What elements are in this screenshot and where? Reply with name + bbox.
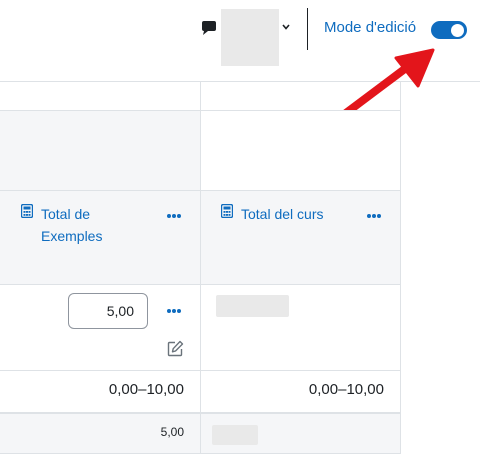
chat-bubble-icon[interactable]: [200, 20, 218, 38]
toggle-knob: [451, 24, 464, 37]
grader-table: Total de Exemples Total del curs 0,00–10…: [0, 82, 480, 470]
chevron-down-icon[interactable]: [281, 22, 291, 32]
redacted-value: [212, 425, 258, 445]
column-title-line[interactable]: Total de: [41, 203, 102, 225]
column-divider: [400, 82, 401, 454]
pencil-edit-icon[interactable]: [167, 340, 184, 357]
range-value: 0,00–10,00: [308, 381, 384, 398]
header-empty-cell: [201, 110, 400, 190]
user-avatar[interactable]: [221, 9, 279, 66]
edit-mode-label[interactable]: Mode d'edició: [324, 19, 416, 36]
grade-input[interactable]: [68, 293, 148, 329]
column-title-line[interactable]: Exemples: [41, 225, 102, 247]
more-horizontal-icon[interactable]: [166, 213, 182, 219]
column-header-total-exemples[interactable]: Total de Exemples: [21, 203, 102, 247]
more-horizontal-icon[interactable]: [166, 308, 182, 314]
calculator-icon: [21, 204, 33, 218]
more-horizontal-icon[interactable]: [366, 213, 382, 219]
column-title-line[interactable]: Total del curs: [241, 203, 323, 225]
edit-mode-toggle[interactable]: [431, 21, 467, 39]
navbar-divider: [307, 8, 308, 50]
range-value: 0,00–10,00: [108, 381, 184, 398]
redacted-value: [216, 295, 289, 317]
average-value: 5,00: [160, 425, 184, 439]
column-header-total-curs[interactable]: Total del curs: [221, 203, 323, 225]
calculator-icon: [221, 204, 233, 218]
column-divider: [200, 82, 201, 454]
